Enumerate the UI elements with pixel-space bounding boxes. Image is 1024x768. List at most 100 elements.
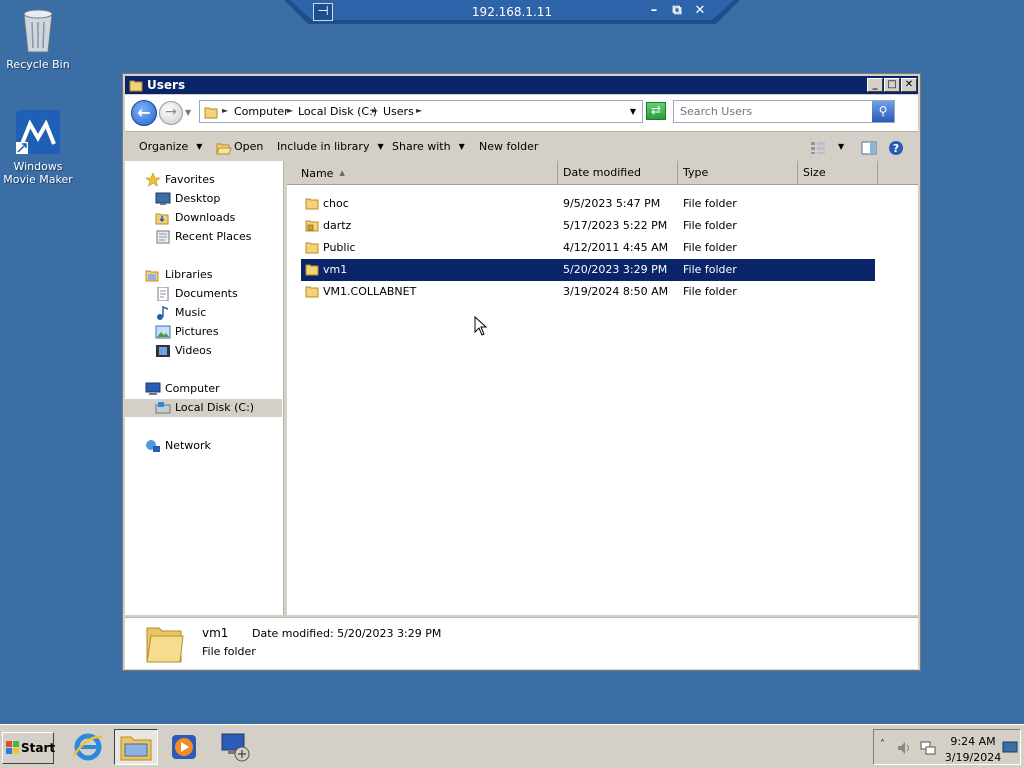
nav-item-desktop[interactable]: Desktop <box>155 190 275 208</box>
command-bar: Organize ▼ Open Include in library ▼ Share… <box>125 131 918 161</box>
folder-icon <box>305 242 319 254</box>
locked-folder-icon <box>305 220 319 232</box>
forward-button[interactable]: → <box>159 101 183 125</box>
explorer-window: Users _ □ ✕ ← → ▼ ► Computer ► Local Dis… <box>122 73 921 671</box>
view-options-icon[interactable] <box>810 141 826 155</box>
file-type: File folder <box>683 285 737 298</box>
taskbar-windows-explorer[interactable] <box>114 729 158 765</box>
nav-item-music[interactable]: Music <box>155 304 275 322</box>
folder-icon <box>305 198 319 210</box>
taskbar-remote-desktop[interactable] <box>214 729 258 765</box>
search-box: ⚲ <box>673 100 895 123</box>
nav-item-downloads[interactable]: Downloads <box>155 209 275 227</box>
address-row: ← → ▼ ► Computer ► Local Disk (C:) ► Use… <box>125 95 918 131</box>
preview-pane-icon[interactable] <box>861 141 877 155</box>
taskbar: Start ˄ 9:24 AM 3/19/2024 <box>0 724 1024 768</box>
organize-button[interactable]: Organize ▼ <box>139 140 202 153</box>
nav-pictures-label: Pictures <box>175 325 219 338</box>
taskbar-internet-explorer[interactable] <box>66 729 110 765</box>
rdp-close-button[interactable]: ✕ <box>691 3 709 19</box>
back-button[interactable]: ← <box>131 100 157 126</box>
breadcrumb-separator-icon[interactable]: ► <box>372 106 378 115</box>
file-type: File folder <box>683 219 737 232</box>
breadcrumb-separator-icon[interactable]: ► <box>222 106 228 115</box>
rdp-restore-button[interactable]: ⧉ <box>668 3 686 19</box>
window-close-button[interactable]: ✕ <box>901 78 917 92</box>
column-header-size[interactable]: Size <box>798 161 878 185</box>
help-icon[interactable]: ? <box>888 140 904 156</box>
address-bar[interactable]: ► Computer ► Local Disk (C:) ► Users ► ▼ <box>199 100 643 123</box>
file-type: File folder <box>683 263 737 276</box>
file-date: 5/17/2023 5:22 PM <box>563 219 668 232</box>
file-row[interactable]: Public 4/12/2011 4:45 AM File folder <box>301 237 875 259</box>
window-titlebar[interactable]: Users _ □ ✕ <box>125 76 918 94</box>
recent-pages-chevron-icon[interactable]: ▼ <box>185 108 191 117</box>
address-history-dropdown-icon[interactable]: ▼ <box>630 107 636 116</box>
taskbar-media-player[interactable] <box>162 729 206 765</box>
file-row[interactable]: choc 9/5/2023 5:47 PM File folder <box>301 193 875 215</box>
nav-item-documents[interactable]: Documents <box>155 285 275 303</box>
nav-item-recent-places[interactable]: Recent Places <box>155 228 280 246</box>
breadcrumb-local-disk[interactable]: Local Disk (C:) <box>298 105 377 118</box>
new-folder-button[interactable]: New folder <box>479 140 538 153</box>
clock-time[interactable]: 9:24 AM <box>948 735 998 748</box>
nav-item-local-disk[interactable]: Local Disk (C:) <box>125 399 282 417</box>
show-hidden-icons-chevron-icon[interactable]: ˄ <box>880 739 885 750</box>
start-button[interactable]: Start <box>2 732 55 764</box>
nav-item-favorites[interactable]: Favorites <box>145 171 275 189</box>
nav-libraries-label: Libraries <box>165 268 213 281</box>
breadcrumb-computer[interactable]: Computer <box>234 105 289 118</box>
search-input[interactable] <box>674 101 872 122</box>
chevron-down-icon: ▼ <box>377 142 384 151</box>
rdp-minimize-button[interactable]: – <box>645 3 663 19</box>
file-row-selected[interactable]: vm1 5/20/2023 3:29 PM File folder <box>301 259 875 281</box>
column-header-type[interactable]: Type <box>678 161 798 185</box>
open-button[interactable]: Open <box>234 140 263 153</box>
share-with-label: Share with <box>392 140 451 153</box>
rdp-pin-button[interactable]: ⊣ <box>313 3 333 21</box>
window-maximize-button[interactable]: □ <box>884 78 900 92</box>
share-with-button[interactable]: Share with ▼ <box>392 140 465 153</box>
network-status-icon[interactable] <box>920 740 936 756</box>
file-row[interactable]: VM1.COLLABNET 3/19/2024 8:50 AM File fol… <box>301 281 875 303</box>
volume-icon[interactable] <box>896 740 912 756</box>
large-folder-icon <box>146 627 184 663</box>
nav-item-computer[interactable]: Computer <box>145 380 275 398</box>
documents-icon <box>157 287 169 301</box>
details-name: vm1 <box>202 626 229 640</box>
nav-network-label: Network <box>165 439 211 452</box>
system-tray: ˄ 9:24 AM 3/19/2024 <box>873 729 1021 765</box>
clock-date[interactable]: 3/19/2024 <box>944 751 1002 764</box>
folder-icon <box>305 264 319 276</box>
downloads-icon <box>155 213 169 225</box>
nav-item-network[interactable]: Network <box>145 437 275 455</box>
movie-maker-label: Windows Movie Maker <box>3 160 73 186</box>
breadcrumb-separator-icon[interactable]: ► <box>287 106 293 115</box>
file-row[interactable]: dartz 5/17/2023 5:22 PM File folder <box>301 215 875 237</box>
file-list-pane: Name ▲ Date modified Type Size choc 9/5/2… <box>287 161 918 615</box>
column-header-date-modified[interactable]: Date modified <box>558 161 678 185</box>
breadcrumb-users[interactable]: Users <box>383 105 414 118</box>
window-minimize-button[interactable]: _ <box>867 78 883 92</box>
chevron-down-icon: ▼ <box>458 142 465 151</box>
nav-videos-label: Videos <box>175 344 212 357</box>
nav-computer-label: Computer <box>165 382 220 395</box>
mouse-cursor-icon <box>474 316 488 336</box>
include-in-library-button[interactable]: Include in library ▼ <box>277 140 384 153</box>
folder-icon <box>129 80 143 92</box>
nav-item-pictures[interactable]: Pictures <box>155 323 275 341</box>
search-icon[interactable]: ⚲ <box>872 101 894 122</box>
nav-item-videos[interactable]: Videos <box>155 342 275 360</box>
open-folder-icon <box>216 143 232 155</box>
nav-item-libraries[interactable]: Libraries <box>145 266 275 284</box>
desktop-icon-movie-maker[interactable]: Windows Movie Maker <box>0 108 76 186</box>
column-header-name[interactable]: Name ▲ <box>296 161 558 185</box>
show-desktop-icon[interactable] <box>1002 741 1018 755</box>
movie-maker-icon <box>16 110 60 154</box>
details-pane: vm1 Date modified: 5/20/2023 3:29 PM Fil… <box>125 617 918 669</box>
file-name: choc <box>323 197 349 210</box>
breadcrumb-separator-icon[interactable]: ► <box>416 106 422 115</box>
file-date: 3/19/2024 8:50 AM <box>563 285 669 298</box>
view-chevron-down-icon[interactable]: ▼ <box>838 142 844 151</box>
refresh-button[interactable]: ⇄ <box>646 102 666 120</box>
